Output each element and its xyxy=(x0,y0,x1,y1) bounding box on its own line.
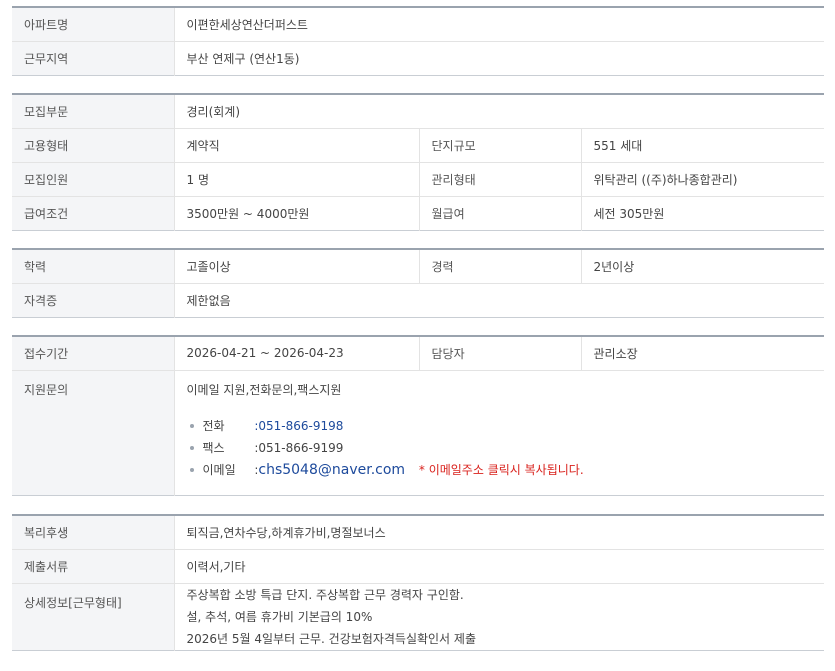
email-label: 이메일 xyxy=(202,462,236,477)
salary-value: 3500만원 ~ 4000만원 xyxy=(174,195,419,230)
period-value: 2026-04-21 ~ 2026-04-23 xyxy=(186,346,344,361)
contact-list: 전화 :051-866-9198 팩스 :051-866-9199 이메일 :c… xyxy=(187,415,813,481)
detail-line: 주상복합 소방 특급 단지. 주상복합 근무 경력자 구인함. xyxy=(186,587,464,602)
detail-line: 설, 추석, 여름 휴가비 기본급의 10% xyxy=(186,609,373,624)
department-label: 모집부문 xyxy=(12,94,175,128)
bullet-icon xyxy=(189,445,194,450)
apartment-name-value: 이편한세상연산더퍼스트 xyxy=(186,17,308,32)
phone-label: 전화 xyxy=(202,418,225,433)
contact-phone: 전화 :051-866-9198 xyxy=(187,415,813,437)
complex-scale-value: 551 세대 xyxy=(581,127,825,162)
row-department: 모집부문 경리(회계) xyxy=(12,94,824,128)
education-value: 고졸이상 xyxy=(186,259,231,274)
row-certificate: 자격증 제한없음 xyxy=(12,282,824,317)
detail-label: 상세정보[근무형태] xyxy=(12,582,175,650)
detail-line: 2026년 5월 4일부터 근무. 건강보험자격득실확인서 제출 xyxy=(186,631,477,646)
row-education: 학력 고졸이상 경력 2년이상 xyxy=(12,249,824,283)
section-recruitment: 모집부문 경리(회계) 고용형태 계약직 단지규모 551 세대 모집인원 1 … xyxy=(12,93,825,231)
management-type-value: 위탁관리 ((주)하나종합관리) xyxy=(581,161,825,196)
section-apartment: 아파트명 이편한세상연산더퍼스트 근무지역 부산 연제구 (연산1동) xyxy=(12,6,824,76)
phone-link[interactable]: :051-866-9198 xyxy=(254,419,343,433)
job-detail-page: 아파트명 이편한세상연산더퍼스트 근무지역 부산 연제구 (연산1동) 모집부문… xyxy=(0,0,835,671)
email-link[interactable]: chs5048@naver.com xyxy=(258,462,405,478)
bullet-icon xyxy=(189,423,194,428)
fax-value: :051-866-9199 xyxy=(254,440,344,455)
row-inquiry: 지원문의 이메일 지원,전화문의,팩스지원 전화 :051-866-9198 팩… xyxy=(12,369,824,495)
row-employment: 고용형태 계약직 단지규모 551 세대 xyxy=(12,127,825,162)
section-qualification: 학력 고졸이상 경력 2년이상 자격증 제한없음 xyxy=(12,248,824,318)
documents-value: 이력서,기타 xyxy=(174,548,824,583)
row-apartment-name: 아파트명 이편한세상연산더퍼스트 xyxy=(12,7,824,41)
complex-scale-label: 단지규모 xyxy=(418,127,582,162)
work-region-value: 부산 연제구 (연산1동) xyxy=(174,40,824,75)
career-label: 경력 xyxy=(418,249,582,283)
apartment-name-label: 아파트명 xyxy=(12,7,175,41)
detail-cell: 주상복합 소방 특급 단지. 주상복합 근무 경력자 구인함. 설, 추석, 여… xyxy=(174,582,824,650)
bullet-icon xyxy=(189,467,194,472)
salary-label: 급여조건 xyxy=(12,195,175,230)
period-label: 접수기간 xyxy=(12,336,175,370)
manager-label: 담당자 xyxy=(418,336,582,370)
welfare-value: 퇴직금,연차수당,하계휴가비,명절보너스 xyxy=(186,525,386,540)
row-documents: 제출서류 이력서,기타 xyxy=(12,548,824,583)
headcount-label: 모집인원 xyxy=(12,161,175,196)
inquiry-cell: 이메일 지원,전화문의,팩스지원 전화 :051-866-9198 팩스 :05… xyxy=(174,369,824,495)
row-work-region: 근무지역 부산 연제구 (연산1동) xyxy=(12,40,824,75)
inquiry-label: 지원문의 xyxy=(12,369,175,495)
contact-email: 이메일 :chs5048@naver.com * 이메일주소 클릭시 복사됩니다… xyxy=(187,459,813,481)
welfare-label: 복리후생 xyxy=(12,515,175,549)
work-region-label: 근무지역 xyxy=(12,40,175,75)
row-headcount: 모집인원 1 명 관리형태 위탁관리 ((주)하나종합관리) xyxy=(12,161,825,196)
email-copy-notice: * 이메일주소 클릭시 복사됩니다. xyxy=(418,462,584,477)
monthly-salary-value: 세전 305만원 xyxy=(581,195,825,230)
career-value: 2년이상 xyxy=(593,259,635,274)
row-welfare: 복리후생 퇴직금,연차수당,하계휴가비,명절보너스 xyxy=(12,515,824,549)
employment-type-value: 계약직 xyxy=(174,127,419,162)
certificate-label: 자격증 xyxy=(12,282,175,317)
contact-fax: 팩스 :051-866-9199 xyxy=(187,437,813,459)
manager-value: 관리소장 xyxy=(593,346,638,361)
certificate-value: 제한없음 xyxy=(174,282,824,317)
section-application: 접수기간 2026-04-21 ~ 2026-04-23 담당자 관리소장 지원… xyxy=(12,335,824,496)
headcount-value: 1 명 xyxy=(174,161,419,196)
fax-label: 팩스 xyxy=(202,440,225,455)
education-label: 학력 xyxy=(12,249,175,283)
section-benefits: 복리후생 퇴직금,연차수당,하계휴가비,명절보너스 제출서류 이력서,기타 상세… xyxy=(12,514,824,651)
documents-label: 제출서류 xyxy=(12,548,175,583)
department-value: 경리(회계) xyxy=(186,104,241,119)
management-type-label: 관리형태 xyxy=(418,161,582,196)
employment-type-label: 고용형태 xyxy=(12,127,175,162)
row-detail: 상세정보[근무형태] 주상복합 소방 특급 단지. 주상복합 근무 경력자 구인… xyxy=(12,582,824,650)
row-period: 접수기간 2026-04-21 ~ 2026-04-23 담당자 관리소장 xyxy=(12,336,824,370)
row-salary: 급여조건 3500만원 ~ 4000만원 월급여 세전 305만원 xyxy=(12,195,825,230)
inquiry-methods: 이메일 지원,전화문의,팩스지원 xyxy=(186,382,342,397)
monthly-salary-label: 월급여 xyxy=(418,195,582,230)
